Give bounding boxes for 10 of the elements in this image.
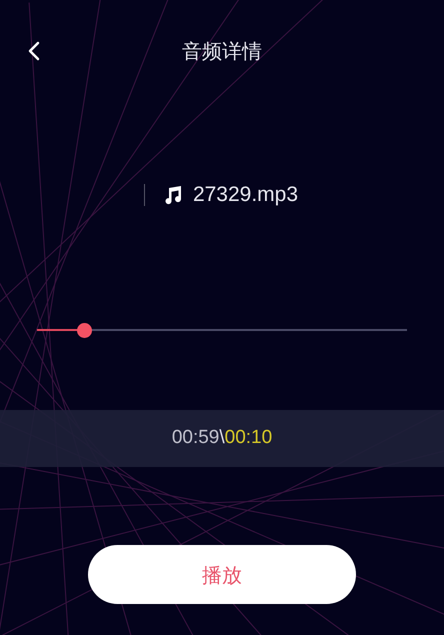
page-title: 音频详情 [182, 38, 262, 65]
current-time: 00:10 [224, 426, 272, 450]
time-separator: \ [219, 426, 225, 450]
file-name: 27329.mp3 [192, 182, 298, 208]
progress-slider[interactable] [37, 322, 407, 338]
play-button[interactable]: 播放 [88, 545, 356, 604]
slider-thumb[interactable] [76, 322, 92, 338]
total-time: 00:59 [172, 426, 220, 450]
music-note-icon [162, 185, 183, 205]
chevron-left-icon [28, 41, 40, 61]
